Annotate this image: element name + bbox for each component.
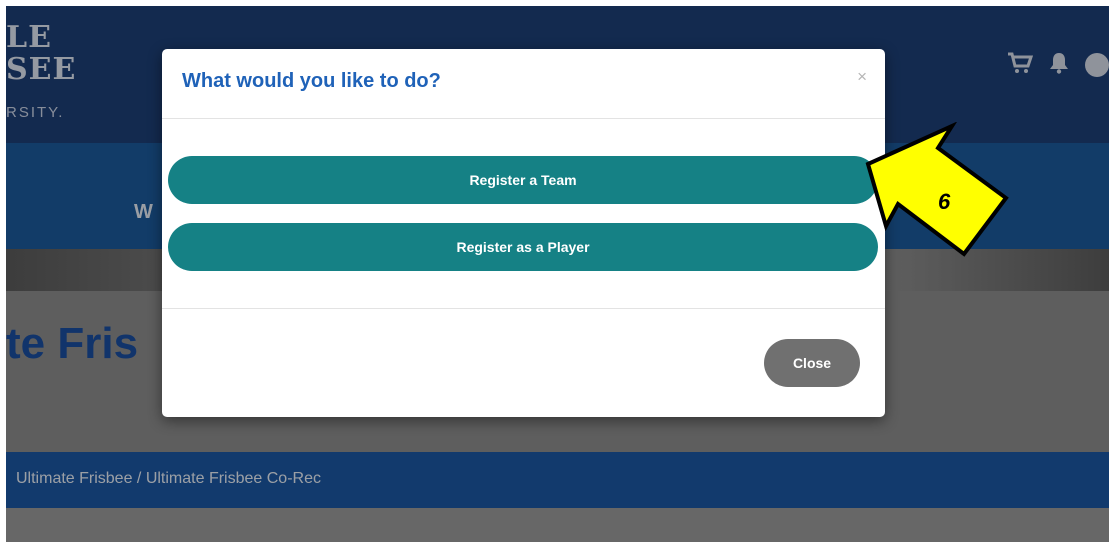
action-modal: What would you like to do? × Register a … <box>162 49 885 417</box>
register-player-button[interactable]: Register as a Player <box>168 223 878 271</box>
close-icon[interactable]: × <box>857 67 867 87</box>
modal-divider <box>162 308 885 309</box>
close-button[interactable]: Close <box>764 339 860 387</box>
modal-header: What would you like to do? × <box>162 49 885 119</box>
register-team-button[interactable]: Register a Team <box>168 156 878 204</box>
modal-title: What would you like to do? <box>182 70 441 92</box>
background-page: LE SEE RSITY. W t te Fris Ultimate Frisb… <box>6 6 1109 542</box>
annotation-arrow-icon <box>865 122 1009 257</box>
annotation-step-label: 6 <box>938 189 951 214</box>
